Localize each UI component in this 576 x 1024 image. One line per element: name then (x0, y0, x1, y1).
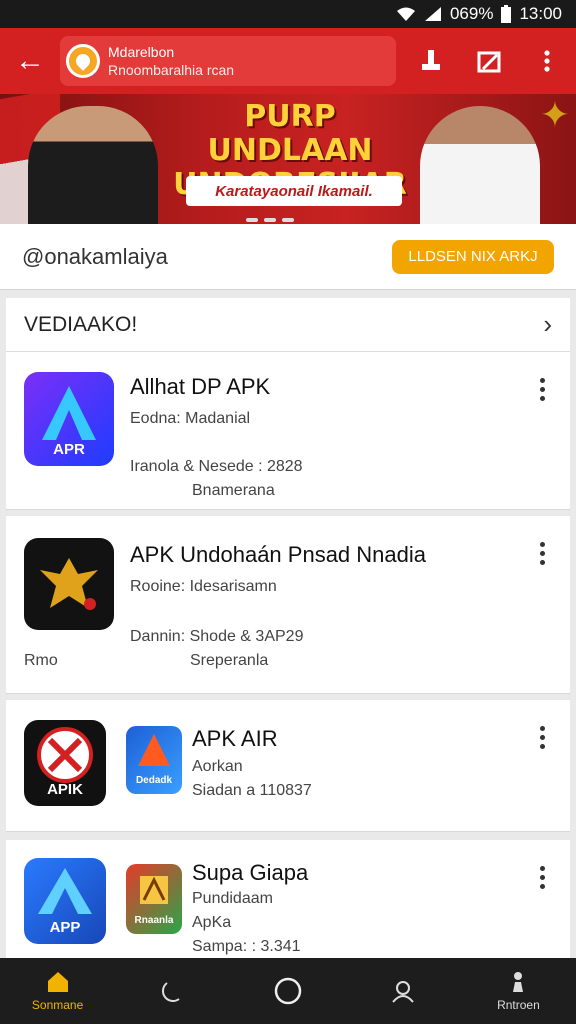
app-meta: ApKa (192, 914, 232, 931)
list-item[interactable]: APK Undohaán Pnsad Nnadia Rooine: Idesar… (6, 516, 570, 694)
app-icon-secondary: Rnaanla (126, 864, 182, 934)
url-title: Mdarelbon (108, 44, 175, 60)
app-subtitle: Aorkan (192, 758, 243, 775)
section-title: VEDIAAKO! (24, 312, 138, 336)
app-title: APK AIR (192, 726, 278, 751)
overflow-menu-button[interactable] (518, 28, 576, 94)
more-vertical-icon[interactable] (532, 542, 552, 565)
app-title: Supa Giapa (192, 860, 309, 885)
nav-moon[interactable] (115, 958, 230, 1024)
banner-person-right (420, 106, 540, 224)
clock: 13:00 (519, 4, 562, 23)
list-item[interactable]: APR Allhat DP APK Eodna: Madanial Iranol… (6, 352, 570, 510)
app-icon-secondary: Dedadk (126, 726, 182, 794)
app-subtitle: Eodna: Madanial (130, 410, 251, 427)
edit-icon (477, 51, 501, 73)
nav-pawn-label: Rntroen (497, 998, 540, 1012)
cta-button[interactable]: LLDSEN NIX ARKJ (392, 239, 554, 274)
list-item[interactable]: APP Rnaanla Supa Giapa Pundidaam ApKa Sa… (6, 840, 570, 960)
site-logo-icon (66, 44, 100, 78)
banner-headline-line1: PURP UNDLAAN (207, 99, 373, 168)
url-box[interactable]: Mdarelbon Rnoombaralhia rcan (60, 36, 396, 86)
banner-ribbon: Karatayaonail Ikamail. (186, 176, 402, 206)
battery-icon (501, 5, 512, 23)
nav-home-label: Sonmane (31, 998, 84, 1012)
wifi-icon (396, 6, 416, 22)
app-meta: Siadan a 110837 (192, 782, 312, 799)
app-bar: ← Mdarelbon Rnoombaralhia rcan (0, 28, 576, 94)
pawn-icon (513, 972, 524, 992)
bottom-nav: Sonmane Rntroen (0, 958, 576, 1024)
section-header[interactable]: VEDIAAKO! › (6, 298, 570, 352)
url-subtitle: Rnoombaralhia rcan (108, 62, 235, 78)
status-bar: 069% 13:00 (0, 0, 576, 28)
app-icon-label: APR (53, 441, 85, 458)
more-vertical-icon[interactable] (532, 378, 552, 401)
app-icon: APR (24, 372, 114, 466)
battery-percent: 069% (449, 4, 494, 23)
more-vertical-icon[interactable] (532, 866, 552, 889)
carousel-indicator (246, 218, 294, 222)
app-subtitle: Rooine: Idesarisamn (130, 578, 277, 595)
back-button[interactable]: ← (0, 28, 60, 94)
app-list: VEDIAAKO! › APR Allhat DP APK Eodna: Mad… (6, 298, 570, 960)
app-icon: APP (24, 858, 106, 944)
app-icon-secondary-label: Dedadk (135, 775, 173, 786)
edit-button[interactable] (460, 28, 518, 94)
nav-pawn[interactable]: Rntroen (461, 958, 576, 1024)
more-vertical-icon[interactable] (532, 726, 552, 749)
app-title: APK Undohaán Pnsad Nnadia (130, 542, 426, 567)
signal-icon (424, 6, 442, 22)
app-title: Allhat DP APK (130, 374, 271, 399)
app-meta-2: Sreperanla (190, 652, 269, 669)
nav-home[interactable]: Sonmane (0, 958, 115, 1024)
profile-icon (392, 981, 414, 1003)
eagle-emblem-icon: ✦ (539, 94, 570, 135)
download-icon (422, 50, 440, 70)
arrow-left-icon: ← (15, 44, 45, 77)
circle-icon (274, 977, 302, 1005)
account-row: @onakamlaiya LLDSEN NIX ARKJ (0, 224, 576, 290)
moon-icon (161, 982, 180, 1002)
chevron-right-icon: › (543, 309, 552, 339)
nav-profile[interactable] (346, 958, 461, 1024)
promo-banner[interactable]: PURP UNDLAAN UNDORESIIAR Karatayaonail I… (0, 94, 576, 224)
account-handle: @onakamlaiya (22, 243, 168, 269)
more-vertical-icon (544, 50, 550, 72)
home-icon (47, 972, 68, 992)
app-meta: Iranola & Nesede : 2828 (130, 458, 303, 475)
app-icon-label: APP (49, 919, 81, 936)
app-meta-2: Bnamerana (192, 482, 275, 499)
app-subtitle: Pundidaam (192, 890, 273, 907)
app-meta-2: Sampa: : 3.341 (192, 938, 301, 955)
nav-circle[interactable] (230, 958, 345, 1024)
app-icon-secondary-label: Rnaanla (134, 915, 174, 926)
banner-person-left (28, 106, 158, 224)
list-item[interactable]: APIK Dedadk APK AIR Aorkan Siadan a 1108… (6, 700, 570, 832)
app-icon (24, 538, 114, 630)
app-extra-label: Rmo (24, 652, 58, 669)
app-icon: APIK (24, 720, 106, 806)
download-button[interactable] (402, 28, 460, 94)
app-meta: Dannin: Shode & 3AP29 (130, 628, 304, 645)
